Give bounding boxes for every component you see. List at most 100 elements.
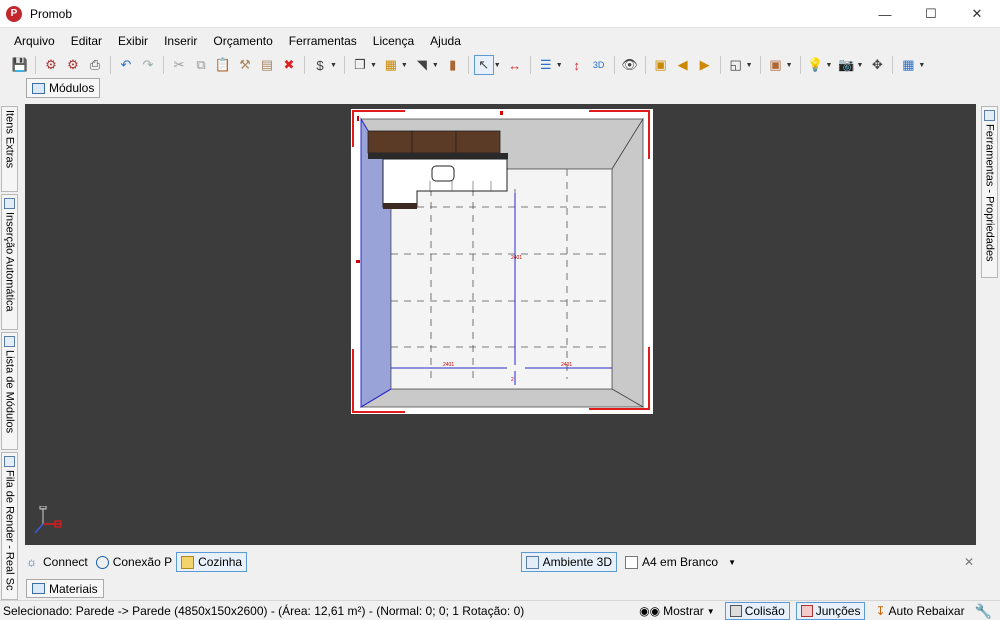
chevron-down-icon[interactable]: ▼ xyxy=(494,62,501,69)
page-icon xyxy=(625,555,639,569)
menu-ajuda[interactable]: Ajuda xyxy=(422,30,469,52)
move-icon[interactable]: ✥ xyxy=(867,55,887,75)
camera-icon[interactable]: 📷 xyxy=(836,55,856,75)
arrow-left-icon[interactable]: ◀ xyxy=(673,55,693,75)
mostrar-button[interactable]: ◉◉ Mostrar ▼ xyxy=(635,602,719,620)
render-icon[interactable]: ⚙ xyxy=(41,55,61,75)
tab-conexao-label: Conexão P xyxy=(112,555,173,569)
height-icon[interactable]: ↕ xyxy=(567,55,587,75)
materiais-panel-tab[interactable]: Materiais xyxy=(26,579,104,598)
collision-icon xyxy=(729,605,742,617)
modules-grid-icon[interactable]: ▦ xyxy=(381,55,401,75)
arrow-right-icon[interactable]: ▶ xyxy=(695,55,715,75)
chevron-down-icon[interactable]: ▼ xyxy=(330,62,337,69)
tools-icon xyxy=(984,110,995,121)
floor-plan-drawing[interactable]: 2401 2401 2401 2 xyxy=(351,109,653,414)
chevron-down-icon[interactable]: ▼ xyxy=(826,62,833,69)
budget-icon[interactable]: $ xyxy=(310,55,330,75)
minimize-button[interactable]: — xyxy=(862,0,908,28)
document-tabs: ☼ Connect Conexão P Cozinha Ambiente 3D … xyxy=(22,550,980,574)
juncoes-toggle[interactable]: Junções xyxy=(795,602,866,620)
cut-icon[interactable]: ✂ xyxy=(169,55,189,75)
menu-licenca[interactable]: Licença xyxy=(365,30,422,52)
shape-icon[interactable]: ◥ xyxy=(412,55,432,75)
menu-inserir[interactable]: Inserir xyxy=(156,30,205,52)
maximize-button[interactable]: ☐ xyxy=(908,0,954,28)
render-settings-icon[interactable]: ⚙ xyxy=(63,55,83,75)
copy-module-icon[interactable]: ❐ xyxy=(350,55,370,75)
front-wall xyxy=(359,388,645,408)
toolbar-separator xyxy=(799,56,801,74)
view-3d-icon[interactable]: 3D xyxy=(589,55,609,75)
settings-wrench-icon[interactable]: 🔧 xyxy=(975,603,992,620)
right-wall xyxy=(611,117,644,408)
paint-roller-icon[interactable]: ▤ xyxy=(257,55,277,75)
chevron-down-icon[interactable]: ▼ xyxy=(746,62,753,69)
measure-icon[interactable]: ↔ xyxy=(505,55,525,75)
chevron-down-icon[interactable]: ▼ xyxy=(786,62,793,69)
menu-editar[interactable]: Editar xyxy=(63,30,110,52)
chevron-down-icon[interactable]: ▼ xyxy=(918,62,925,69)
redo-icon[interactable]: ↷ xyxy=(138,55,158,75)
viewport-3d[interactable]: 2401 2401 2401 2 xyxy=(25,104,976,545)
modulos-panel-tab[interactable]: Módulos xyxy=(26,78,101,98)
tab-lista-de-modulos[interactable]: Lista de Módulos xyxy=(1,332,18,450)
colors-icon[interactable]: ▦ xyxy=(898,55,918,75)
copy-icon[interactable]: ⧉ xyxy=(191,55,211,75)
select-pointer-icon[interactable]: ↖ xyxy=(473,55,494,75)
tab-cozinha[interactable]: Cozinha xyxy=(176,552,248,572)
chevron-down-icon[interactable]: ▼ xyxy=(856,62,863,69)
view-mode-icon[interactable]: ◱ xyxy=(726,55,746,75)
chevron-down-icon[interactable]: ▼ xyxy=(432,62,439,69)
undo-icon[interactable]: ↶ xyxy=(116,55,136,75)
svg-text:2401: 2401 xyxy=(511,255,522,261)
menu-exibir[interactable]: Exibir xyxy=(110,30,156,52)
chevron-down-icon[interactable]: ▼ xyxy=(556,62,563,69)
mostrar-label: Mostrar xyxy=(663,604,704,618)
tab-ambiente-label: Ambiente 3D xyxy=(542,555,613,569)
tab-conexao-p[interactable]: Conexão P xyxy=(92,552,176,572)
toolbar-separator xyxy=(529,56,531,74)
save-icon[interactable]: 💾 xyxy=(10,55,30,75)
toolbar-separator xyxy=(467,56,469,74)
auto-rebaixar-toggle[interactable]: ↧ Auto Rebaixar xyxy=(871,602,968,620)
tab-ferramentas-propriedades[interactable]: Ferramentas - Propriedades xyxy=(981,106,998,278)
chevron-down-icon[interactable]: ▼ xyxy=(401,62,408,69)
tab-fila-de-render[interactable]: Fila de Render - Real Sc xyxy=(1,452,18,600)
modulos-label: Módulos xyxy=(49,81,95,95)
toolbar-separator xyxy=(35,56,36,74)
axis-gizmo xyxy=(34,506,62,534)
box-icon[interactable]: ▣ xyxy=(766,55,786,75)
close-button[interactable]: ✕ xyxy=(954,0,1000,28)
paste-icon[interactable]: 📋 xyxy=(213,55,233,75)
zoom-icon[interactable]: ▣ xyxy=(651,55,671,75)
hammer-icon[interactable]: ⚒ xyxy=(235,55,255,75)
colisao-toggle[interactable]: Colisão xyxy=(724,602,790,620)
door-icon[interactable]: ▮ xyxy=(443,55,463,75)
toolbar-separator xyxy=(163,56,164,74)
layers-icon[interactable]: ☰ xyxy=(536,55,556,75)
delete-icon[interactable]: ✖ xyxy=(279,55,299,75)
chevron-down-icon[interactable]: ▼ xyxy=(728,558,736,567)
tab-itens-extras[interactable]: Itens Extras xyxy=(1,106,18,192)
upper-cabinet-3 xyxy=(455,130,501,154)
menu-arquivo[interactable]: Arquivo xyxy=(6,30,63,52)
light-icon[interactable]: 💡 xyxy=(806,55,826,75)
close-tab-icon[interactable]: ✕ xyxy=(964,555,974,569)
sink-icon xyxy=(431,165,455,182)
tab-insercao-automatica[interactable]: Inserção Automática xyxy=(1,194,18,330)
junctions-icon xyxy=(800,605,813,617)
eye-icon[interactable]: 👁 xyxy=(620,55,640,75)
menu-ferramentas[interactable]: Ferramentas xyxy=(281,30,365,52)
right-dock-strip: Ferramentas - Propriedades xyxy=(978,104,1000,544)
tab-label: Fila de Render - Real Sc xyxy=(3,470,16,591)
materials-icon xyxy=(32,583,45,594)
chevron-down-icon[interactable]: ▼ xyxy=(370,62,377,69)
print-icon[interactable]: ⎙ xyxy=(85,55,105,75)
tab-connect[interactable]: ☼ Connect xyxy=(22,552,92,572)
menu-orcamento[interactable]: Orçamento xyxy=(205,30,280,52)
tab-ambiente-3d[interactable]: Ambiente 3D xyxy=(520,552,618,572)
tab-a4-em-branco[interactable]: A4 em Branco ▼ xyxy=(621,552,740,572)
auto-lower-icon: ↧ xyxy=(875,604,886,618)
title-bar: P Promob — ☐ ✕ xyxy=(0,0,1000,28)
